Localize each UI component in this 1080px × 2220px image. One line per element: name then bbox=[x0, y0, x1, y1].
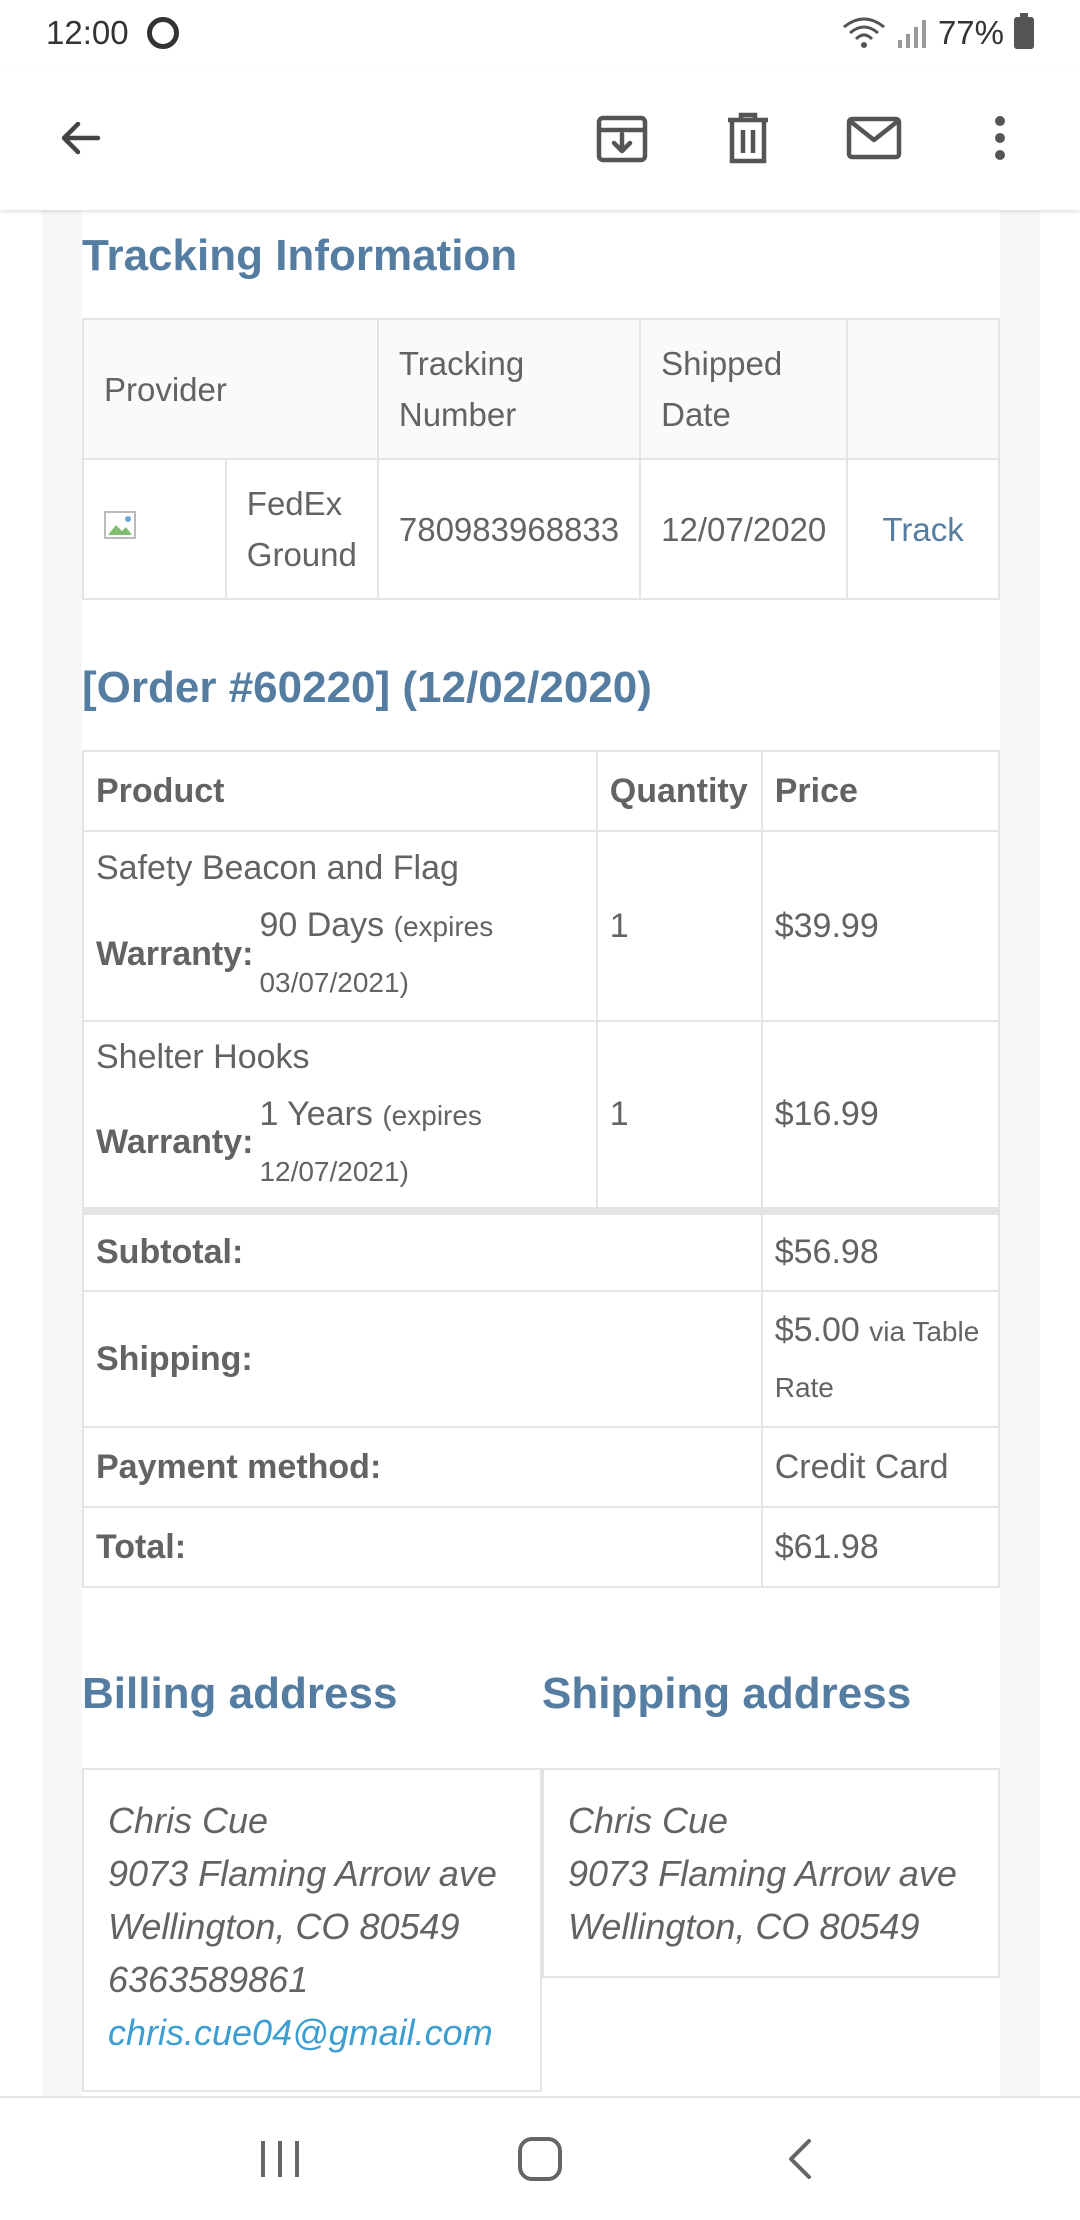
warranty-value-wrap: 1 Years (expires 12/07/2021) bbox=[259, 1087, 583, 1199]
tracking-row: FedEx Ground 780983968833 12/07/2020 Tra… bbox=[82, 458, 1000, 600]
email-content[interactable]: Tracking Information Provider Tracking N… bbox=[0, 210, 1080, 2096]
home-button[interactable] bbox=[480, 2119, 600, 2199]
navigation-bar bbox=[0, 2096, 1080, 2220]
quantity-cell: 1 bbox=[595, 830, 763, 1022]
tracking-header-row: Provider Tracking Number Shipped Date bbox=[82, 318, 1000, 460]
warranty-label: Warranty: bbox=[96, 934, 254, 973]
back-arrow-icon bbox=[61, 121, 101, 155]
mark-unread-button[interactable] bbox=[834, 98, 914, 178]
payment-value: Credit Card bbox=[760, 1426, 1001, 1508]
archive-icon bbox=[596, 115, 648, 163]
product-header: Product bbox=[82, 750, 598, 832]
total-label: Total: bbox=[82, 1506, 763, 1588]
shipping-title: Shipping address bbox=[542, 1669, 912, 1718]
product-cell: Shelter Hooks Warranty: 1 Years (expires… bbox=[82, 1020, 598, 1212]
archive-button[interactable] bbox=[582, 98, 662, 178]
app-bar bbox=[0, 66, 1080, 210]
order-table: Product Quantity Price Safety Beacon and… bbox=[82, 750, 1001, 1588]
shipping-value: $5.00 via Table Rate bbox=[760, 1290, 1001, 1428]
status-bar: 12:00 77% bbox=[0, 0, 1080, 66]
status-left: 12:00 bbox=[46, 14, 179, 52]
tracking-title: Tracking Information bbox=[82, 231, 518, 280]
product-name: Safety Beacon and Flag bbox=[96, 849, 459, 887]
tracking-number: 780983968833 bbox=[376, 458, 642, 600]
delete-button[interactable] bbox=[708, 98, 788, 178]
billing-street: 9073 Flaming Arrow ave bbox=[108, 1853, 497, 1894]
order-title: [Order #60220] (12/02/2020) bbox=[82, 663, 652, 712]
total-value: $61.98 bbox=[760, 1506, 1001, 1588]
battery-percent: 77% bbox=[937, 14, 1004, 51]
home-icon bbox=[518, 2137, 562, 2181]
shipping-amount: $5.00 bbox=[774, 1311, 860, 1349]
battery-icon bbox=[1014, 13, 1034, 49]
warranty-label: Warranty: bbox=[96, 1123, 254, 1161]
shipped-date: 12/07/2020 bbox=[639, 458, 849, 600]
back-button[interactable] bbox=[40, 98, 120, 178]
tracking-number-header: Tracking Number bbox=[376, 318, 642, 460]
order-header-row: Product Quantity Price bbox=[82, 750, 1001, 832]
billing-email-link[interactable]: chris.cue04@gmail.com bbox=[108, 2012, 493, 2053]
total-row: Total: $61.98 bbox=[82, 1506, 1001, 1588]
nav-back-button[interactable] bbox=[740, 2119, 860, 2199]
billing-address: Chris Cue 9073 Flaming Arrow ave Welling… bbox=[82, 1768, 542, 2092]
warranty-value: 90 Days bbox=[259, 906, 385, 944]
delete-icon bbox=[728, 112, 768, 164]
billing-title: Billing address bbox=[82, 1669, 398, 1718]
quantity-cell: 1 bbox=[595, 1020, 763, 1212]
shipping-name: Chris Cue bbox=[568, 1800, 729, 1841]
shipping-row: Shipping: $5.00 via Table Rate bbox=[82, 1290, 1001, 1428]
price-cell: $16.99 bbox=[760, 1020, 1001, 1212]
more-options-button[interactable] bbox=[960, 98, 1040, 178]
billing-phone: 6363589861 bbox=[108, 1959, 309, 2000]
tracking-table: Provider Tracking Number Shipped Date Fe… bbox=[82, 318, 1000, 600]
email-frame: Tracking Information Provider Tracking N… bbox=[42, 210, 1040, 2096]
shipping-address: Chris Cue 9073 Flaming Arrow ave Welling… bbox=[542, 1768, 1000, 1978]
broken-image-icon bbox=[104, 510, 136, 539]
wifi-icon bbox=[843, 17, 885, 48]
product-cell: Safety Beacon and Flag Warranty: 90 Days… bbox=[82, 830, 598, 1022]
warranty: Warranty: 90 Days (expires 03/07/2021) bbox=[96, 898, 584, 1010]
track-link[interactable]: Track bbox=[883, 511, 964, 548]
provider-header: Provider bbox=[82, 318, 379, 460]
recent-apps-icon bbox=[261, 2141, 299, 2177]
more-vert-icon bbox=[995, 116, 1005, 160]
warranty-value: 1 Years bbox=[259, 1094, 373, 1133]
price-header: Price bbox=[760, 750, 1001, 832]
payment-label: Payment method: bbox=[82, 1426, 763, 1508]
track-cell: Track bbox=[846, 458, 1000, 600]
order-item-row: Safety Beacon and Flag Warranty: 90 Days… bbox=[82, 830, 1001, 1022]
product-name: Shelter Hooks bbox=[96, 1037, 310, 1076]
warranty-value-wrap: 90 Days (expires 03/07/2021) bbox=[259, 898, 583, 1010]
shipping-label: Shipping: bbox=[82, 1290, 763, 1428]
warranty: Warranty: 1 Years (expires 12/07/2021) bbox=[96, 1087, 584, 1199]
subtotal-row: Subtotal: $56.98 bbox=[82, 1207, 1001, 1292]
mail-icon bbox=[846, 116, 902, 160]
subtotal-value: $56.98 bbox=[760, 1207, 1001, 1292]
order-item-row: Shelter Hooks Warranty: 1 Years (expires… bbox=[82, 1020, 1001, 1212]
shipping-city: Wellington, CO 80549 bbox=[568, 1906, 920, 1947]
subtotal-label: Subtotal: bbox=[82, 1207, 763, 1292]
provider-logo-cell bbox=[82, 458, 227, 600]
signal-icon bbox=[897, 20, 926, 48]
price-cell: $39.99 bbox=[760, 830, 1001, 1022]
action-header bbox=[846, 318, 1000, 460]
status-time: 12:00 bbox=[46, 14, 129, 51]
provider-name: FedEx Ground bbox=[224, 458, 379, 600]
status-notification-icon bbox=[146, 17, 179, 49]
payment-row: Payment method: Credit Card bbox=[82, 1426, 1001, 1508]
billing-name: Chris Cue bbox=[108, 1800, 269, 1841]
status-right: 77% bbox=[842, 13, 1034, 52]
nav-back-icon bbox=[789, 2139, 811, 2179]
quantity-header: Quantity bbox=[595, 750, 763, 832]
billing-city: Wellington, CO 80549 bbox=[108, 1906, 460, 1947]
recent-apps-button[interactable] bbox=[220, 2119, 340, 2199]
shipped-date-header: Shipped Date bbox=[639, 318, 849, 460]
shipping-street: 9073 Flaming Arrow ave bbox=[568, 1853, 957, 1894]
